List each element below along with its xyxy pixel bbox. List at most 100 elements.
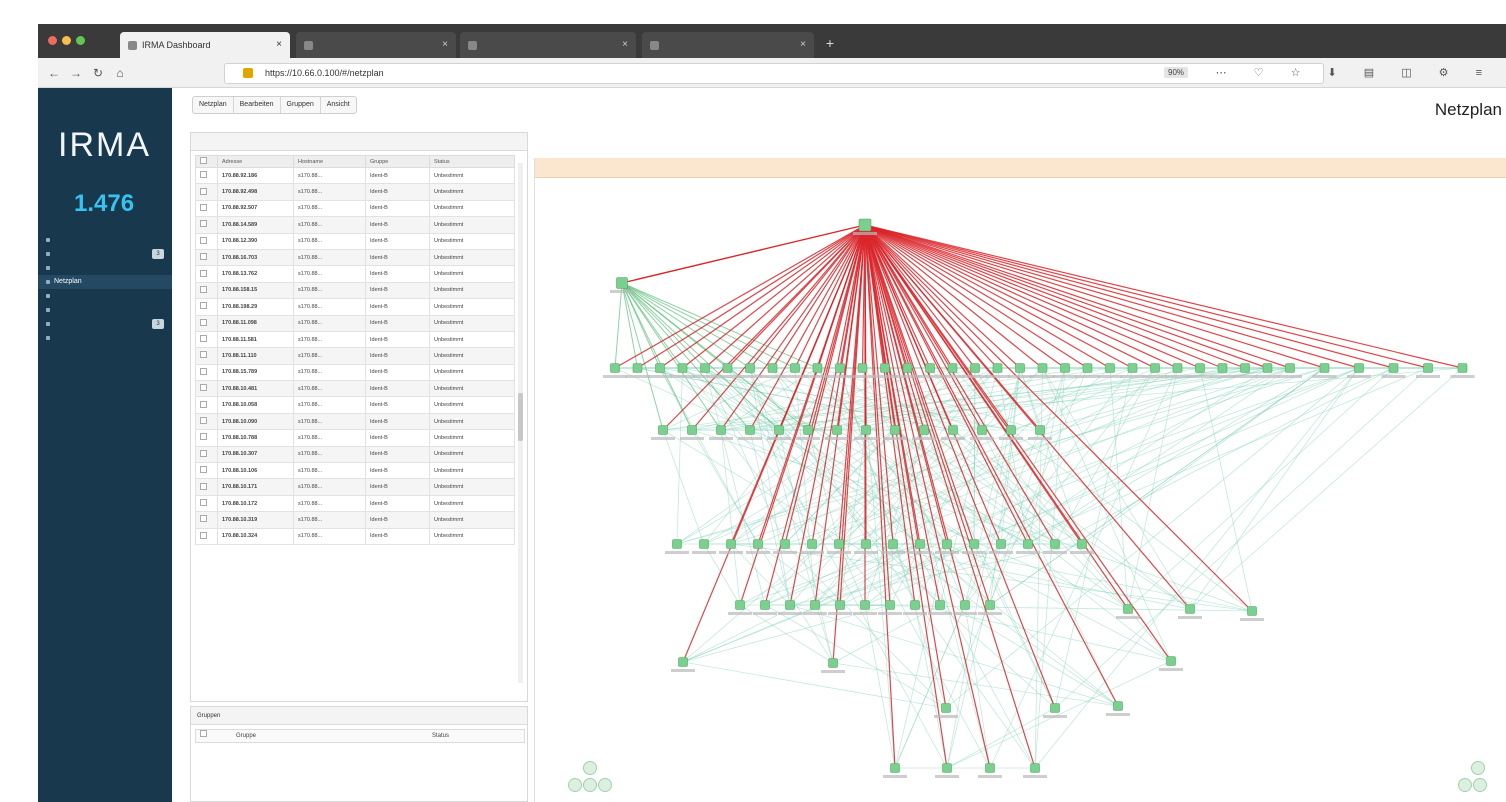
checkbox[interactable] bbox=[200, 433, 207, 441]
table-row[interactable]: 170.88.10.171 s170.88... Ident-B Unbestimmt bbox=[195, 478, 515, 496]
sidebar-item[interactable] bbox=[38, 303, 172, 317]
browser-tab[interactable]: × bbox=[296, 32, 456, 58]
checkbox[interactable] bbox=[200, 187, 207, 195]
checkbox[interactable] bbox=[200, 220, 207, 228]
table-row[interactable]: 170.88.14.589 s170.88... Ident-B Unbestimmt bbox=[195, 216, 515, 234]
zoom-level[interactable]: 90% bbox=[1164, 67, 1189, 78]
home-icon[interactable]: ⌂ bbox=[112, 65, 128, 81]
table-row[interactable]: 170.88.92.186 s170.88... Ident-B Unbestimmt bbox=[195, 166, 515, 185]
menu-gruppen[interactable]: Gruppen bbox=[281, 97, 321, 113]
new-tab-icon[interactable]: + bbox=[820, 32, 840, 54]
table-row[interactable]: 170.88.13.762 s170.88... Ident-B Unbestimmt bbox=[195, 265, 515, 283]
checkbox[interactable] bbox=[200, 482, 207, 490]
table-header[interactable]: Adresse bbox=[217, 155, 294, 168]
table-row[interactable]: 170.88.16.703 s170.88... Ident-B Unbestimmt bbox=[195, 248, 515, 267]
table-row[interactable]: 170.88.11.110 s170.88... Ident-B Unbestimmt bbox=[195, 347, 515, 365]
table-row[interactable]: 170.88.12.390 s170.88... Ident-B Unbestimmt bbox=[195, 232, 515, 250]
group-column-label[interactable]: Gruppe bbox=[236, 730, 256, 742]
group-column-label[interactable]: Status bbox=[432, 730, 449, 742]
checkbox[interactable] bbox=[200, 171, 207, 179]
checkbox[interactable] bbox=[200, 269, 207, 277]
checkbox[interactable] bbox=[200, 236, 207, 244]
browser-tab-active[interactable]: IRMA Dashboard × bbox=[120, 32, 290, 58]
table-row[interactable]: 170.88.10.788 s170.88... Ident-B Unbestimmt bbox=[195, 429, 515, 447]
checkbox[interactable] bbox=[200, 335, 207, 343]
menu-bearbeiten[interactable]: Bearbeiten bbox=[234, 97, 281, 113]
checkbox[interactable] bbox=[200, 417, 207, 425]
table-scrollbar[interactable] bbox=[518, 163, 523, 683]
forward-icon[interactable]: → bbox=[68, 65, 84, 81]
checkbox[interactable] bbox=[200, 203, 207, 211]
checkbox[interactable] bbox=[200, 384, 207, 392]
sidebar-item[interactable]: 3 bbox=[38, 247, 172, 261]
sidebar-item[interactable] bbox=[38, 233, 172, 247]
network-node bbox=[1319, 363, 1330, 373]
checkbox[interactable] bbox=[200, 367, 207, 375]
node-label bbox=[800, 551, 824, 554]
table-row[interactable]: 170.88.10.324 s170.88... Ident-B Unbestimmt bbox=[195, 527, 515, 545]
node-label bbox=[928, 612, 952, 615]
checkbox[interactable] bbox=[200, 499, 207, 506]
checkbox[interactable] bbox=[200, 285, 207, 293]
checkbox[interactable] bbox=[200, 351, 207, 359]
table-row[interactable]: 170.88.10.090 s170.88... Ident-B Unbestimmt bbox=[195, 412, 515, 431]
checkbox[interactable] bbox=[200, 253, 207, 261]
table-row[interactable]: 170.88.10.319 s170.88... Ident-B Unbestimmt bbox=[195, 511, 515, 529]
table-row[interactable]: 170.88.10.058 s170.88... Ident-B Unbestimmt bbox=[195, 396, 515, 414]
network-graph[interactable] bbox=[535, 178, 1506, 802]
table-header[interactable]: Hostname bbox=[293, 155, 366, 168]
close-tab-icon[interactable]: × bbox=[622, 32, 628, 58]
table-row[interactable]: 170.88.92.498 s170.88... Ident-B Unbestimmt bbox=[195, 183, 515, 201]
table-header-select[interactable] bbox=[195, 155, 218, 168]
row-select bbox=[195, 412, 218, 431]
sidebar-item-netzplan[interactable]: Netzplan bbox=[38, 275, 172, 289]
sidebar-item[interactable] bbox=[38, 331, 172, 345]
scrollbar-thumb[interactable] bbox=[518, 393, 523, 441]
close-tab-icon[interactable]: × bbox=[442, 32, 448, 58]
minimize-window-icon[interactable] bbox=[62, 36, 71, 45]
close-window-icon[interactable] bbox=[48, 36, 57, 45]
toolbar-icons[interactable]: ⋯ ♡ ☆ ⬇ ▤ ◫ ⚙ ≡ bbox=[1216, 66, 1494, 79]
checkbox[interactable] bbox=[200, 400, 207, 408]
table-row[interactable]: 170.88.158.15 s170.88... Ident-B Unbestimmt bbox=[195, 281, 515, 300]
sidebar-item[interactable]: 3 bbox=[38, 317, 172, 331]
cell-status: Unbestimmt bbox=[429, 248, 515, 267]
url-bar[interactable]: https://10.66.0.100/#/netzplan bbox=[224, 63, 1324, 84]
table-header[interactable]: Status bbox=[429, 155, 515, 168]
table-row[interactable]: 170.88.11.098 s170.88... Ident-B Unbestimmt bbox=[195, 314, 515, 332]
table-header[interactable]: Gruppe bbox=[365, 155, 430, 168]
table-row[interactable]: 170.88.11.581 s170.88... Ident-B Unbestimmt bbox=[195, 330, 515, 349]
node-label bbox=[978, 775, 1002, 778]
table-row[interactable]: 170.88.198.29 s170.88... Ident-B Unbestimmt bbox=[195, 298, 515, 316]
browser-tab[interactable]: × bbox=[642, 32, 814, 58]
table-row[interactable]: 170.88.10.106 s170.88... Ident-B Unbestimmt bbox=[195, 462, 515, 480]
table-row[interactable]: 170.88.15.789 s170.88... Ident-B Unbestimmt bbox=[195, 363, 515, 382]
row-select bbox=[195, 183, 218, 201]
checkbox[interactable] bbox=[200, 730, 207, 737]
menu-ansicht[interactable]: Ansicht bbox=[321, 97, 356, 113]
table-row[interactable]: 170.88.92.507 s170.88... Ident-B Unbestimmt bbox=[195, 199, 515, 218]
close-tab-icon[interactable]: × bbox=[276, 32, 282, 58]
maximize-window-icon[interactable] bbox=[76, 36, 85, 45]
checkbox[interactable] bbox=[200, 466, 207, 474]
table-row[interactable]: 170.88.10.481 s170.88... Ident-B Unbestimmt bbox=[195, 380, 515, 398]
checkbox[interactable] bbox=[200, 157, 207, 164]
sidebar-item[interactable] bbox=[38, 261, 172, 275]
back-icon[interactable]: ← bbox=[46, 65, 62, 81]
cell-address: 170.88.10.481 bbox=[217, 380, 294, 398]
node-label bbox=[1278, 375, 1302, 378]
reload-icon[interactable]: ↻ bbox=[90, 65, 106, 81]
checkbox[interactable] bbox=[200, 302, 207, 310]
checkbox[interactable] bbox=[200, 318, 207, 326]
table-row[interactable]: 170.88.10.172 s170.88... Ident-B Unbestimmt bbox=[195, 494, 515, 513]
node-label bbox=[883, 437, 907, 440]
sidebar-item[interactable] bbox=[38, 289, 172, 303]
checkbox[interactable] bbox=[200, 515, 207, 523]
menu-netzplan[interactable]: Netzplan bbox=[193, 97, 234, 113]
close-tab-icon[interactable]: × bbox=[800, 32, 806, 58]
table-row[interactable]: 170.88.10.307 s170.88... Ident-B Unbestimmt bbox=[195, 445, 515, 464]
checkbox[interactable] bbox=[200, 449, 207, 457]
checkbox[interactable] bbox=[200, 531, 207, 539]
browser-tab[interactable]: × bbox=[460, 32, 636, 58]
network-link bbox=[864, 224, 1223, 369]
